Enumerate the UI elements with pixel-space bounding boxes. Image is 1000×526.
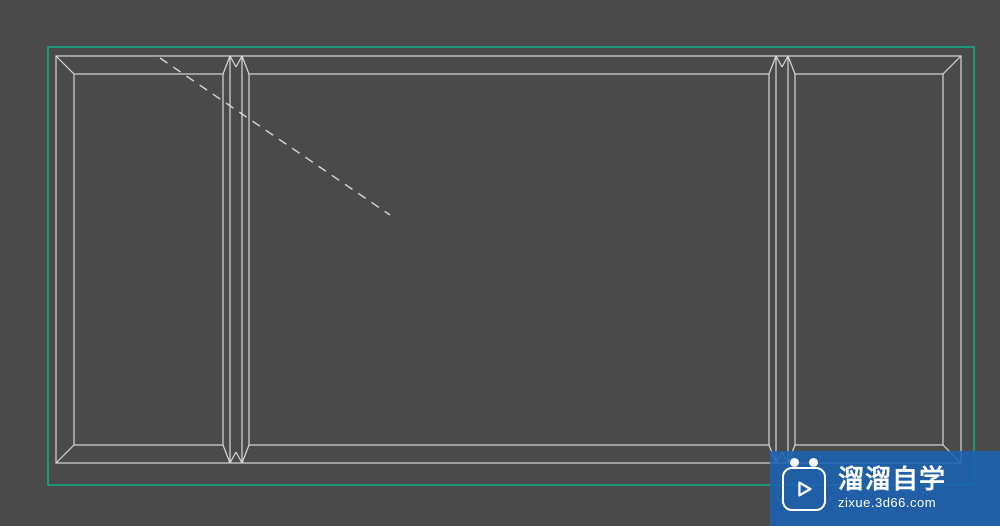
miter-m1-bl <box>223 445 230 463</box>
miter-m2-tr <box>788 56 795 74</box>
miter-m1-bv2 <box>236 452 242 463</box>
miter-tr <box>943 56 961 74</box>
panel-right-inner <box>795 74 943 445</box>
watermark-url: zixue.3d66.com <box>838 495 946 512</box>
drawing-canvas[interactable] <box>0 0 1000 526</box>
frame-outer <box>56 56 961 463</box>
miter-m1-tr <box>242 56 249 74</box>
miter-m1-bv <box>230 452 236 463</box>
miter-tl <box>56 56 74 74</box>
miter-bl <box>56 445 74 463</box>
hidden-line <box>160 58 390 215</box>
miter-m1-br <box>242 445 249 463</box>
miter-m1-tv <box>230 56 236 67</box>
selection-rect <box>48 47 974 485</box>
miter-m2-tv <box>776 56 782 67</box>
watermark-title: 溜溜自学 <box>838 465 946 494</box>
watermark: 溜溜自学 zixue.3d66.com <box>770 451 1000 526</box>
panel-center-inner <box>249 74 769 445</box>
miter-m2-tv2 <box>782 56 788 67</box>
miter-m1-tv2 <box>236 56 242 67</box>
miter-m1-tl <box>223 56 230 74</box>
play-icon <box>793 478 815 500</box>
cad-viewport[interactable]: 溜溜自学 zixue.3d66.com <box>0 0 1000 526</box>
miter-m2-tl <box>769 56 776 74</box>
panel-left-inner <box>74 74 223 445</box>
watermark-logo-icon <box>782 467 826 511</box>
